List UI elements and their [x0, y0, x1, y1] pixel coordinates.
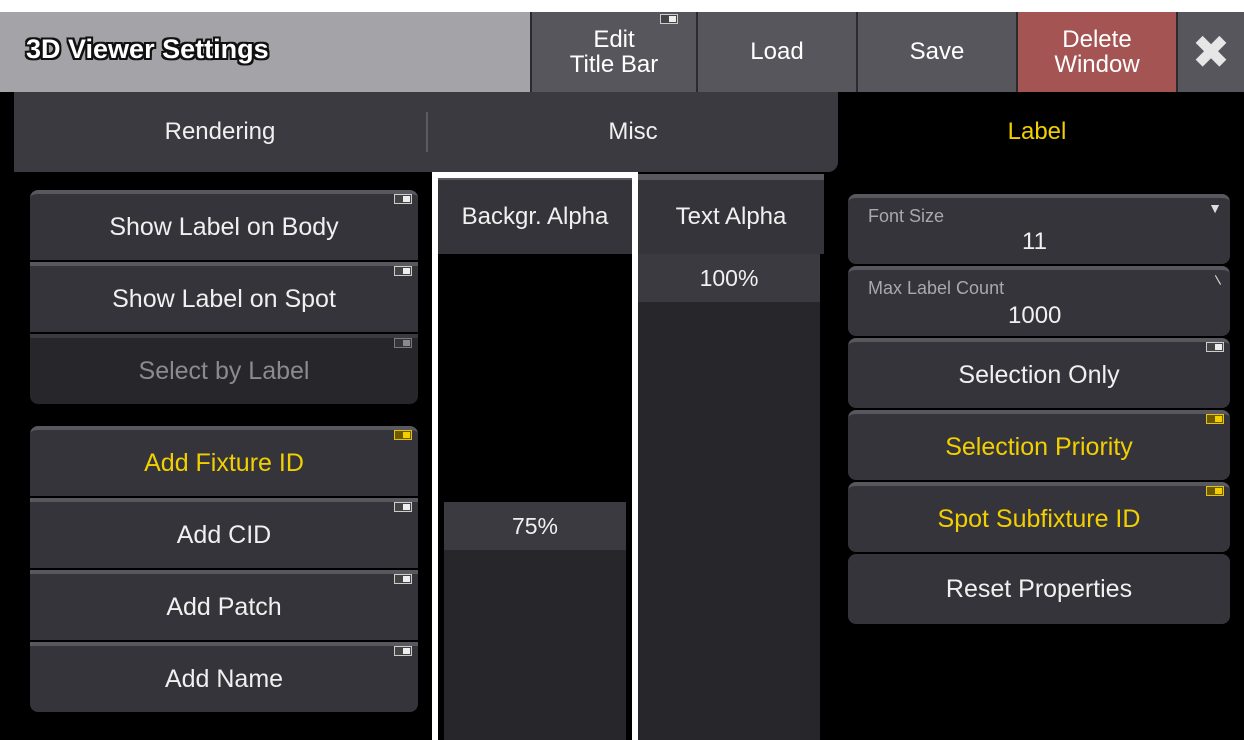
select-by-label-button: Select by Label [30, 334, 418, 404]
toggle-off-icon [394, 502, 412, 512]
title-bar: 3D Viewer Settings Edit Title Bar Load S… [0, 12, 1244, 92]
font-size-field[interactable]: Font Size 11 ▼ [848, 194, 1230, 264]
add-fixture-id-label: Add Fixture ID [144, 448, 304, 477]
toggle-off-icon [1206, 342, 1224, 352]
tab-misc[interactable]: Misc [428, 92, 838, 172]
text-alpha-value[interactable]: 100% [638, 254, 820, 302]
add-cid-label: Add CID [176, 520, 272, 549]
font-size-label: Font Size [868, 206, 945, 226]
show-label-on-spot-button[interactable]: Show Label on Spot [30, 262, 418, 332]
max-label-count-label: Max Label Count [868, 278, 1005, 298]
text-alpha-header: Text Alpha [638, 174, 824, 254]
edit-title-bar-toggle-icon [660, 14, 678, 24]
toggle-on-icon [394, 430, 412, 440]
show-label-on-body-label: Show Label on Body [109, 212, 339, 241]
toggle-off-icon [394, 266, 412, 276]
dropdown-arrow-icon: ▼ [1208, 200, 1222, 216]
text-alpha-track[interactable]: 100% [638, 254, 820, 740]
font-size-value: 11 [1022, 228, 1047, 255]
close-icon[interactable]: ✖ [1176, 12, 1244, 92]
tab-label[interactable]: Label [838, 92, 1236, 172]
selection-only-label: Selection Only [958, 360, 1120, 389]
max-label-count-value: 1000 [1008, 302, 1062, 329]
highlight-frame [432, 172, 638, 740]
add-name-label: Add Name [164, 664, 284, 693]
show-label-on-spot-label: Show Label on Spot [112, 284, 336, 313]
reset-properties-label: Reset Properties [945, 574, 1133, 603]
add-cid-button[interactable]: Add CID [30, 498, 418, 568]
title-area[interactable]: 3D Viewer Settings [0, 12, 530, 92]
toggle-off-icon [394, 646, 412, 656]
toggle-off-icon [394, 194, 412, 204]
add-fixture-id-button[interactable]: Add Fixture ID [30, 426, 418, 496]
selection-only-button[interactable]: Selection Only [848, 338, 1230, 408]
add-name-button[interactable]: Add Name [30, 642, 418, 712]
toggle-on-icon [1206, 486, 1224, 496]
edit-title-bar-button[interactable]: Edit Title Bar [530, 12, 696, 92]
toggle-off-icon [394, 574, 412, 584]
window-title: 3D Viewer Settings [26, 34, 269, 64]
spot-subfixture-id-button[interactable]: Spot Subfixture ID [848, 482, 1230, 552]
edit-pencil-icon: / [1211, 272, 1226, 288]
add-patch-label: Add Patch [166, 592, 282, 621]
add-patch-button[interactable]: Add Patch [30, 570, 418, 640]
toggle-off-icon [394, 338, 412, 348]
show-label-on-body-button[interactable]: Show Label on Body [30, 190, 418, 260]
delete-window-button[interactable]: Delete Window [1016, 12, 1176, 92]
select-by-label-label: Select by Label [138, 356, 310, 385]
spot-subfixture-id-label: Spot Subfixture ID [937, 504, 1141, 533]
save-button[interactable]: Save [856, 12, 1016, 92]
toggle-on-icon [1206, 414, 1224, 424]
reset-properties-button[interactable]: Reset Properties [848, 554, 1230, 624]
max-label-count-field[interactable]: Max Label Count 1000 / [848, 266, 1230, 336]
tab-rendering[interactable]: Rendering [14, 92, 426, 172]
selection-priority-label: Selection Priority [945, 432, 1133, 461]
selection-priority-button[interactable]: Selection Priority [848, 410, 1230, 480]
load-button[interactable]: Load [696, 12, 856, 92]
viewer-settings-window: 3D Viewer Settings Edit Title Bar Load S… [0, 12, 1244, 740]
text-alpha-fader[interactable]: Text Alpha 100% [638, 174, 824, 740]
